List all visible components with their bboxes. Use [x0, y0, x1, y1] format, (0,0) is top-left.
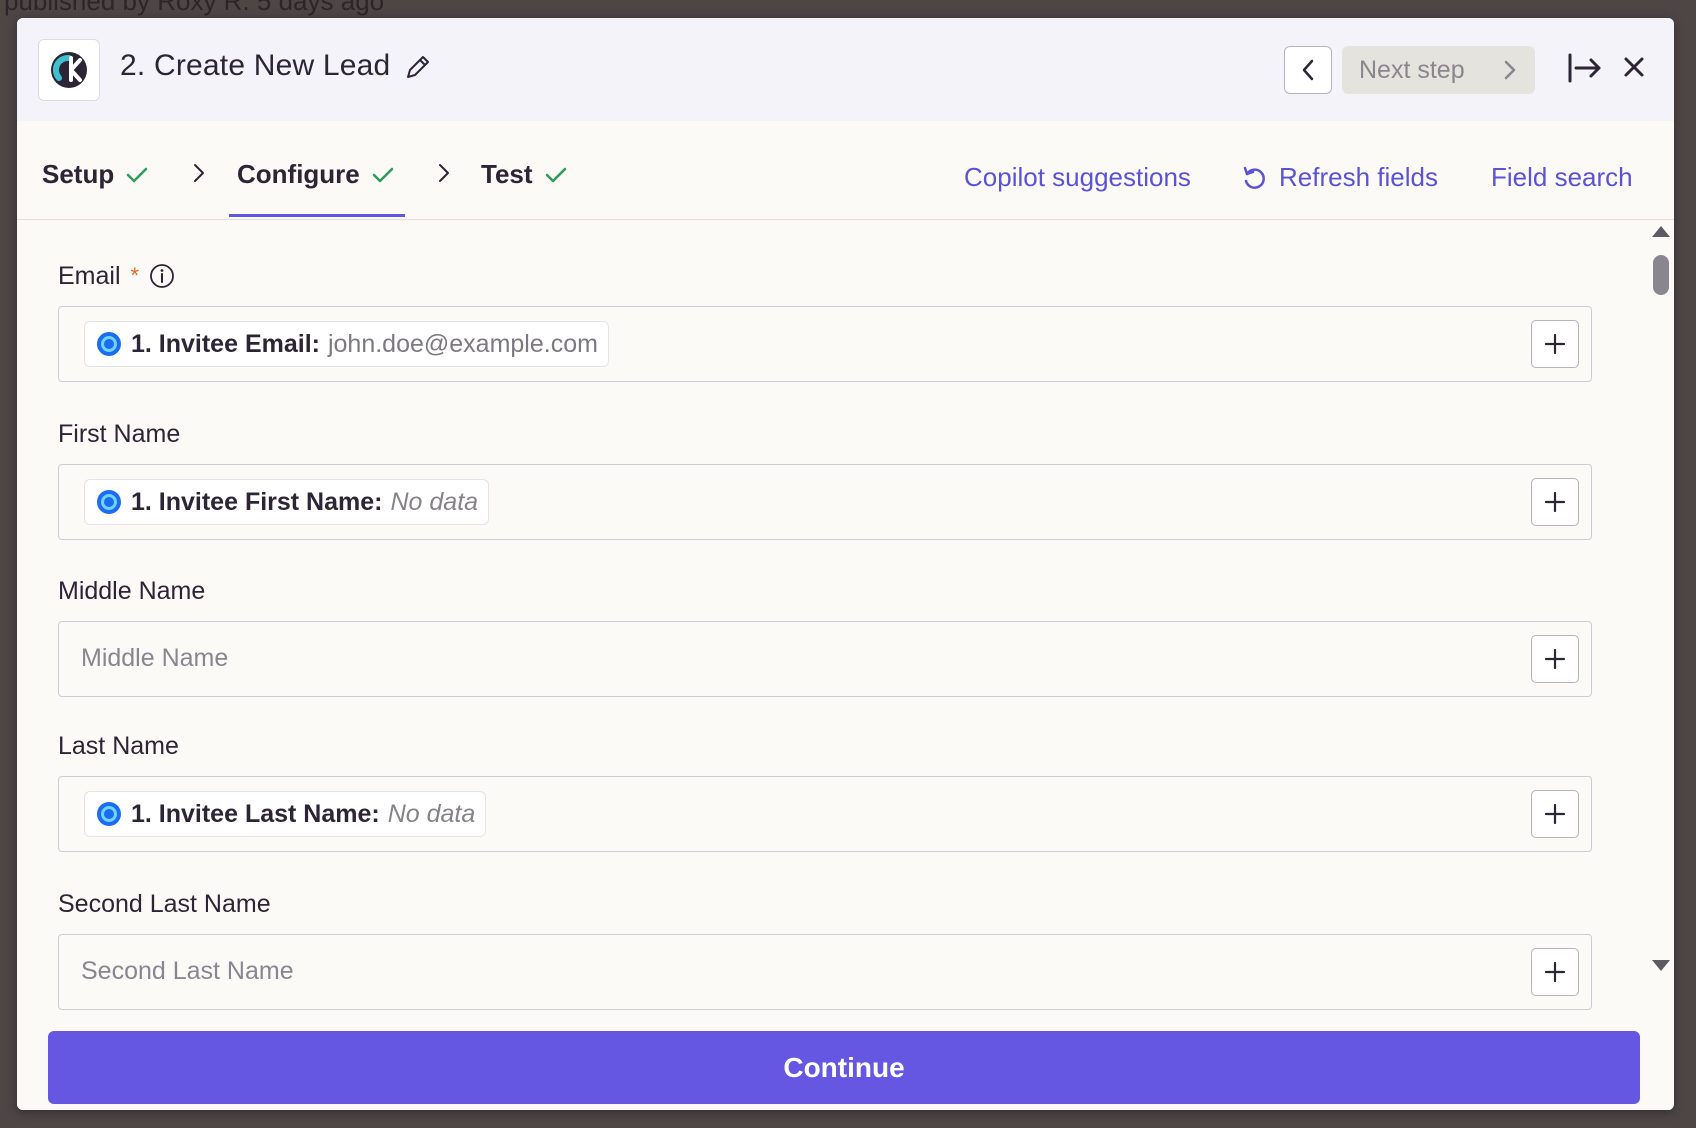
- last-name-field[interactable]: 1. Invitee Last Name: No data: [58, 776, 1592, 852]
- plus-icon: [1544, 491, 1566, 513]
- field-label: First Name: [58, 419, 181, 448]
- close-icon[interactable]: [1621, 54, 1647, 85]
- pill-label: 1. Invitee First Name:: [131, 487, 383, 516]
- active-tab-indicator: [229, 214, 405, 217]
- expand-panel-icon[interactable]: [1567, 52, 1603, 89]
- refresh-icon: [1243, 166, 1265, 189]
- background-text: published by Roxy R. 5 days ago: [4, 0, 385, 16]
- chevron-right-icon: [1504, 60, 1516, 80]
- field-label: Last Name: [58, 731, 179, 760]
- field-label: Email *: [58, 260, 1592, 292]
- tab-test[interactable]: Test: [481, 159, 567, 190]
- fields-form: Email * 1. Invitee Email: john.doe@examp…: [17, 220, 1674, 1010]
- modal-header: 2. Create New Lead Next step: [17, 18, 1674, 121]
- pill-label: 1. Invitee Last Name:: [131, 799, 380, 828]
- refresh-fields-label: Refresh fields: [1279, 162, 1438, 192]
- required-marker: *: [130, 263, 140, 288]
- checkmark-icon: [126, 167, 148, 182]
- email-field[interactable]: 1. Invitee Email: john.doe@example.com: [58, 306, 1592, 382]
- insert-data-button[interactable]: [1531, 478, 1579, 526]
- pill-label: 1. Invitee Email:: [131, 329, 320, 358]
- plus-icon: [1544, 333, 1566, 355]
- checkmark-icon: [545, 167, 566, 182]
- step-editor-modal: 2. Create New Lead Next step Setup Confi…: [17, 18, 1674, 1110]
- field-email: Email * 1. Invitee Email: john.doe@examp…: [58, 260, 1592, 382]
- refresh-fields-button[interactable]: Refresh fields: [1241, 162, 1438, 193]
- step-tabs: Setup Configure Test Copilot suggestions: [17, 121, 1674, 220]
- field-placeholder: Second Last Name: [81, 957, 294, 985]
- scroll-down-arrow-icon[interactable]: [1650, 958, 1672, 974]
- mapped-value-pill[interactable]: 1. Invitee Email: john.doe@example.com: [84, 321, 609, 367]
- field-second-last-name: Second Last Name Second Last Name: [58, 888, 1592, 1010]
- checkmark-icon: [372, 167, 394, 182]
- continue-button[interactable]: Continue: [48, 1031, 1640, 1104]
- copilot-suggestions-link[interactable]: Copilot suggestions: [964, 162, 1191, 193]
- tab-label: Test: [481, 159, 533, 189]
- tab-label: Setup: [42, 159, 115, 189]
- chevron-right-icon: [439, 164, 449, 182]
- modal-footer: Continue: [17, 1010, 1674, 1110]
- scroll-up-arrow-icon[interactable]: [1650, 223, 1672, 239]
- info-icon[interactable]: [149, 263, 175, 289]
- next-step-label: Next step: [1359, 55, 1465, 84]
- field-search-link[interactable]: Field search: [1491, 162, 1633, 193]
- insert-data-button[interactable]: [1531, 320, 1579, 368]
- tab-setup[interactable]: Setup: [42, 159, 148, 190]
- field-first-name: First Name 1. Invitee First Name: No dat…: [58, 418, 1592, 540]
- mapped-value-pill[interactable]: 1. Invitee Last Name: No data: [84, 791, 487, 837]
- pill-value: john.doe@example.com: [327, 329, 598, 358]
- insert-data-button[interactable]: [1531, 790, 1579, 838]
- keap-logo-icon: [38, 39, 100, 101]
- second-last-name-field[interactable]: Second Last Name: [58, 934, 1592, 1010]
- tab-label: Configure: [237, 159, 360, 189]
- calendly-icon: [97, 490, 121, 514]
- plus-icon: [1544, 648, 1566, 670]
- field-label-text: Email: [58, 261, 121, 290]
- calendly-icon: [97, 332, 121, 356]
- calendly-icon: [97, 802, 121, 826]
- previous-step-button[interactable]: [1284, 46, 1332, 94]
- field-label: Middle Name: [58, 576, 206, 605]
- pill-value: No data: [390, 487, 479, 516]
- chevron-left-icon: [1302, 59, 1314, 81]
- field-label: Second Last Name: [58, 889, 271, 918]
- mapped-value-pill[interactable]: 1. Invitee First Name: No data: [84, 479, 490, 525]
- first-name-field[interactable]: 1. Invitee First Name: No data: [58, 464, 1592, 540]
- next-step-button[interactable]: Next step: [1342, 46, 1535, 94]
- tab-configure[interactable]: Configure: [237, 159, 394, 190]
- pencil-edit-icon[interactable]: [404, 53, 432, 86]
- plus-icon: [1544, 961, 1566, 983]
- field-middle-name: Middle Name Middle Name: [58, 575, 1592, 697]
- pill-value: No data: [387, 799, 476, 828]
- insert-data-button[interactable]: [1531, 948, 1579, 996]
- step-title: 2. Create New Lead: [120, 49, 391, 82]
- plus-icon: [1544, 803, 1566, 825]
- middle-name-field[interactable]: Middle Name: [58, 621, 1592, 697]
- chevron-right-icon: [194, 164, 204, 182]
- field-placeholder: Middle Name: [81, 644, 229, 672]
- field-last-name: Last Name 1. Invitee Last Name: No data: [58, 730, 1592, 852]
- insert-data-button[interactable]: [1531, 635, 1579, 683]
- scrollbar-thumb[interactable]: [1653, 255, 1669, 295]
